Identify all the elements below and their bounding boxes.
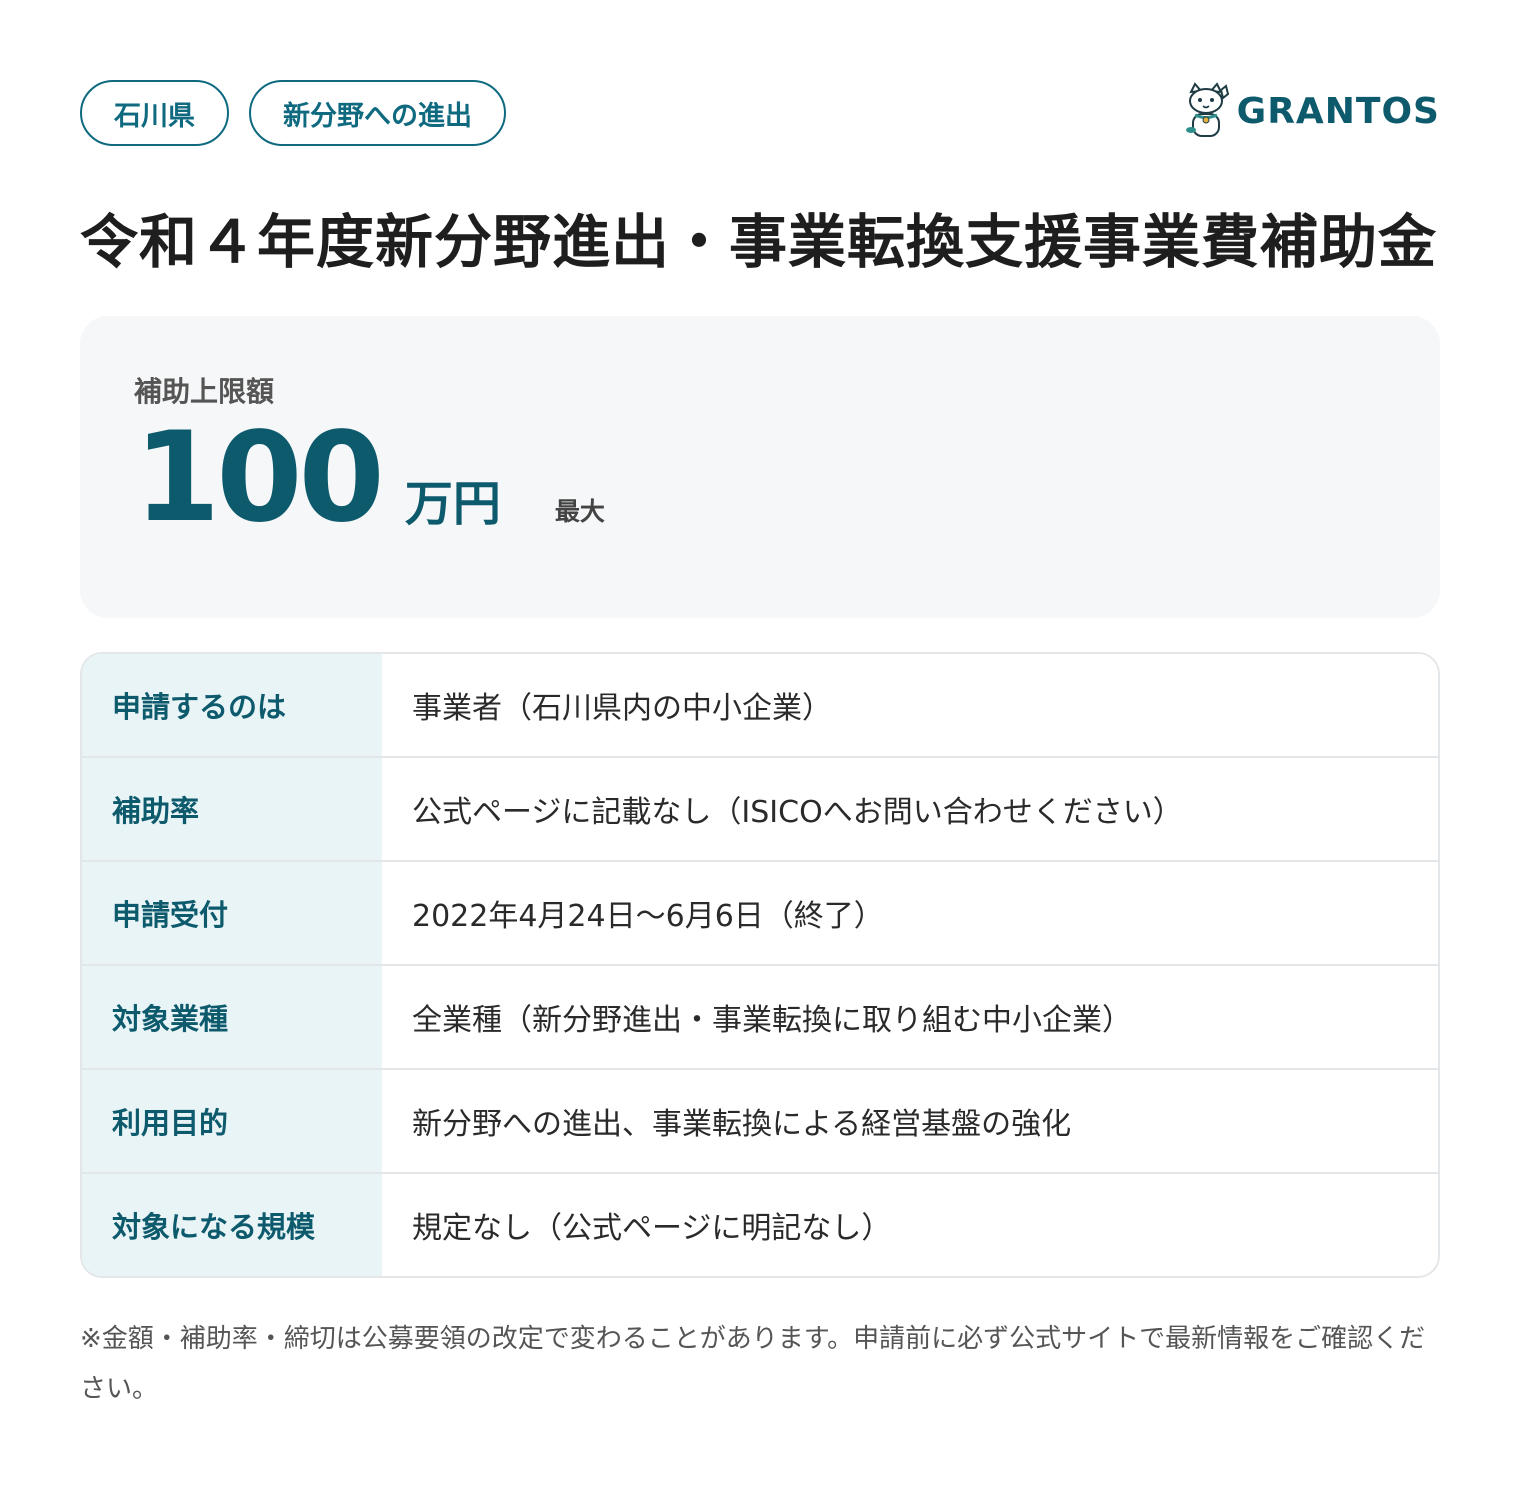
info-key: 補助率 <box>82 758 382 860</box>
info-key: 利用目的 <box>82 1070 382 1172</box>
lucky-cat-icon <box>1185 82 1229 137</box>
info-row-industry: 対象業種 全業種（新分野進出・事業転換に取り組む中小企業） <box>82 964 1438 1068</box>
grant-summary-page: 石川県 新分野への進出 GRANTOS 令和４年度新分野進出・事業転換支援事業費… <box>80 80 1440 1414</box>
amount-label: 補助上限額 <box>134 375 275 408</box>
amount-row: 100 万円 最大 <box>134 416 1440 540</box>
max-amount-card: 補助上限額 100 万円 最大 <box>80 316 1440 618</box>
info-value: 2022年4月24日〜6月6日（終了） <box>382 862 1438 964</box>
info-key: 対象になる規模 <box>82 1174 382 1276</box>
info-key: 申請するのは <box>82 654 382 756</box>
amount-unit: 万円 <box>404 476 501 532</box>
logo-text: GRANTOS <box>1236 90 1440 132</box>
info-row-applicant: 申請するのは 事業者（石川県内の中小企業） <box>82 654 1438 756</box>
info-value: 事業者（石川県内の中小企業） <box>382 654 1438 756</box>
grantos-logo[interactable]: GRANTOS <box>1183 82 1440 140</box>
info-row-scale: 対象になる規模 規定なし（公式ページに明記なし） <box>82 1172 1438 1276</box>
info-row-application-period: 申請受付 2022年4月24日〜6月6日（終了） <box>82 860 1438 964</box>
header: 石川県 新分野への進出 GRANTOS <box>80 80 1440 150</box>
tag-prefecture[interactable]: 石川県 <box>80 80 229 146</box>
info-value: 規定なし（公式ページに明記なし） <box>382 1174 1438 1276</box>
amount-value: 100 <box>134 406 385 550</box>
tag-category[interactable]: 新分野への進出 <box>249 80 506 146</box>
info-value: 全業種（新分野進出・事業転換に取り組む中小企業） <box>382 966 1438 1068</box>
disclaimer-note: ※金額・補助率・締切は公募要領の改定で変わることがあります。申請前に必ず公式サイ… <box>80 1324 1426 1404</box>
info-value: 新分野への進出、事業転換による経営基盤の強化 <box>382 1070 1438 1172</box>
info-row-subsidy-rate: 補助率 公式ページに記載なし（ISICOへお問い合わせください） <box>82 756 1438 860</box>
grant-info-table: 申請するのは 事業者（石川県内の中小企業） 補助率 公式ページに記載なし（ISI… <box>80 652 1440 1278</box>
info-row-purpose: 利用目的 新分野への進出、事業転換による経営基盤の強化 <box>82 1068 1438 1172</box>
info-value: 公式ページに記載なし（ISICOへお問い合わせください） <box>382 758 1438 860</box>
page-title: 令和４年度新分野進出・事業転換支援事業費補助金 <box>80 208 1438 276</box>
amount-note: 最大 <box>554 497 605 526</box>
info-key: 申請受付 <box>82 862 382 964</box>
info-key: 対象業種 <box>82 966 382 1068</box>
